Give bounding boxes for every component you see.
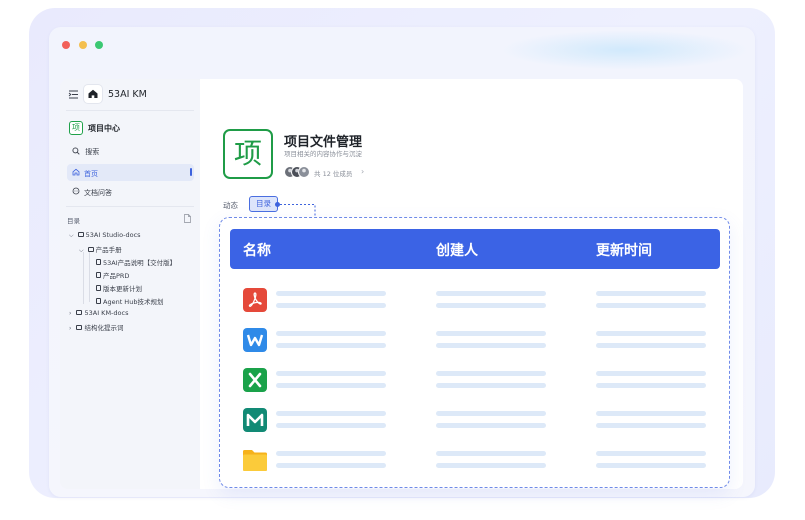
placeholder-bar: [276, 343, 386, 348]
chevron-right-icon[interactable]: ›: [361, 167, 364, 176]
placeholder-bar: [436, 303, 546, 308]
placeholder-bar: [276, 411, 386, 416]
home-button[interactable]: [84, 85, 102, 103]
tree-guide-line: [83, 252, 84, 304]
tree-label: 53AI Studio-docs: [85, 231, 141, 239]
folder-outline-icon: [87, 247, 94, 252]
chevron-right-icon: ›: [69, 310, 72, 317]
home-outline-icon: [72, 168, 80, 176]
pdf-icon[interactable]: [243, 288, 267, 312]
sidebar-item-home-label: 首页: [84, 170, 98, 178]
sidebar-divider: [66, 110, 194, 111]
document-icon: [96, 272, 101, 278]
minimize-window-dot[interactable]: [79, 41, 87, 49]
placeholder-bar: [276, 371, 386, 376]
folder-icon[interactable]: [242, 448, 268, 472]
excel-icon[interactable]: [243, 368, 267, 392]
placeholder-bar: [596, 291, 706, 296]
placeholder-bar: [436, 371, 546, 376]
sidebar-search[interactable]: 搜索: [72, 147, 99, 157]
placeholder-bar: [276, 451, 386, 456]
placeholder-bar: [436, 291, 546, 296]
placeholder-bar: [596, 451, 706, 456]
column-header-updated[interactable]: 更新时间: [596, 240, 652, 260]
project-center-title: 项目中心: [88, 124, 120, 133]
close-window-dot[interactable]: [62, 41, 70, 49]
column-header-name[interactable]: 名称: [243, 240, 271, 260]
placeholder-bar: [596, 371, 706, 376]
search-label: 搜索: [85, 148, 100, 156]
brand-name: 53AI KM: [108, 89, 147, 100]
tree-label: 产品PRD: [103, 272, 130, 280]
chevron-right-icon: ›: [69, 325, 72, 332]
chat-bubble-icon: [72, 187, 80, 195]
placeholder-bar: [436, 343, 546, 348]
folder-outline-icon: [77, 232, 84, 237]
placeholder-bar: [276, 463, 386, 468]
sidebar-divider-2: [66, 206, 194, 207]
tree-label: Agent Hub技术规划: [103, 298, 164, 306]
placeholder-bar: [436, 331, 546, 336]
placeholder-bar: [276, 383, 386, 388]
folder-outline-icon: [76, 325, 83, 330]
placeholder-bar: [596, 303, 706, 308]
wps-writer-icon[interactable]: [243, 328, 267, 352]
document-icon: [96, 298, 101, 304]
home-icon: [88, 89, 98, 98]
tree-label: 53AI产品说明【交付版】: [103, 259, 177, 267]
placeholder-bar: [596, 331, 706, 336]
document-icon: [96, 259, 101, 265]
folder-outline-icon: [76, 310, 83, 315]
member-count[interactable]: 共 12 位成员: [314, 168, 352, 178]
window-glow: [500, 30, 750, 70]
tree-item-product-description[interactable]: 53AI产品说明【交付版】: [96, 257, 176, 267]
maximize-window-dot[interactable]: [95, 41, 103, 49]
tree-label: 53AI KM-docs: [84, 309, 129, 317]
tree-item-km-docs[interactable]: › 53AI KM-docs: [69, 309, 128, 317]
tree-item-studio-docs[interactable]: ⌵ 53AI Studio-docs: [69, 231, 141, 240]
placeholder-bar: [276, 303, 386, 308]
placeholder-bar: [436, 463, 546, 468]
tree-label: 版本更新计划: [103, 285, 142, 293]
placeholder-bar: [436, 411, 546, 416]
placeholder-bar: [596, 463, 706, 468]
tree-item-structured-prompts[interactable]: › 结构化提示词: [69, 322, 123, 332]
placeholder-bar: [436, 451, 546, 456]
document-icon: [96, 285, 101, 291]
tree-item-product-manual[interactable]: ⌵ 产品手册: [79, 244, 122, 255]
directory-title: 目录: [67, 217, 80, 225]
project-badge: 项: [69, 121, 83, 135]
new-document-icon[interactable]: [184, 214, 191, 223]
placeholder-bar: [276, 291, 386, 296]
page-subtitle: 项目相关的内容协作与沉淀: [284, 150, 362, 158]
placeholder-bar: [276, 331, 386, 336]
tree-label: 产品手册: [95, 246, 122, 254]
placeholder-bar: [596, 343, 706, 348]
project-large-badge: 项: [223, 129, 273, 179]
tab-directory[interactable]: 目录: [249, 196, 278, 212]
active-indicator: [190, 168, 192, 176]
search-icon: [72, 147, 80, 155]
placeholder-bar: [596, 411, 706, 416]
collapse-menu-icon[interactable]: [68, 89, 79, 100]
chevron-down-icon: ⌵: [69, 232, 74, 239]
column-header-creator[interactable]: 创建人: [436, 240, 478, 260]
tree-item-product-prd[interactable]: 产品PRD: [96, 270, 129, 280]
placeholder-bar: [596, 423, 706, 428]
tab-activity[interactable]: 动态: [223, 200, 238, 211]
tree-item-release-plan[interactable]: 版本更新计划: [96, 283, 142, 293]
placeholder-bar: [436, 383, 546, 388]
placeholder-bar: [276, 423, 386, 428]
placeholder-bar: [436, 423, 546, 428]
placeholder-bar: [596, 383, 706, 388]
markdown-icon[interactable]: [243, 408, 267, 432]
tree-label: 结构化提示词: [84, 324, 124, 332]
chevron-down-icon: ⌵: [79, 247, 84, 254]
tree-guide-line: [89, 251, 90, 302]
sidebar-item-doc-qa[interactable]: 文档问答: [84, 188, 112, 198]
member-avatars[interactable]: [284, 166, 312, 178]
tree-item-agent-hub-plan[interactable]: Agent Hub技术规划: [96, 296, 163, 306]
